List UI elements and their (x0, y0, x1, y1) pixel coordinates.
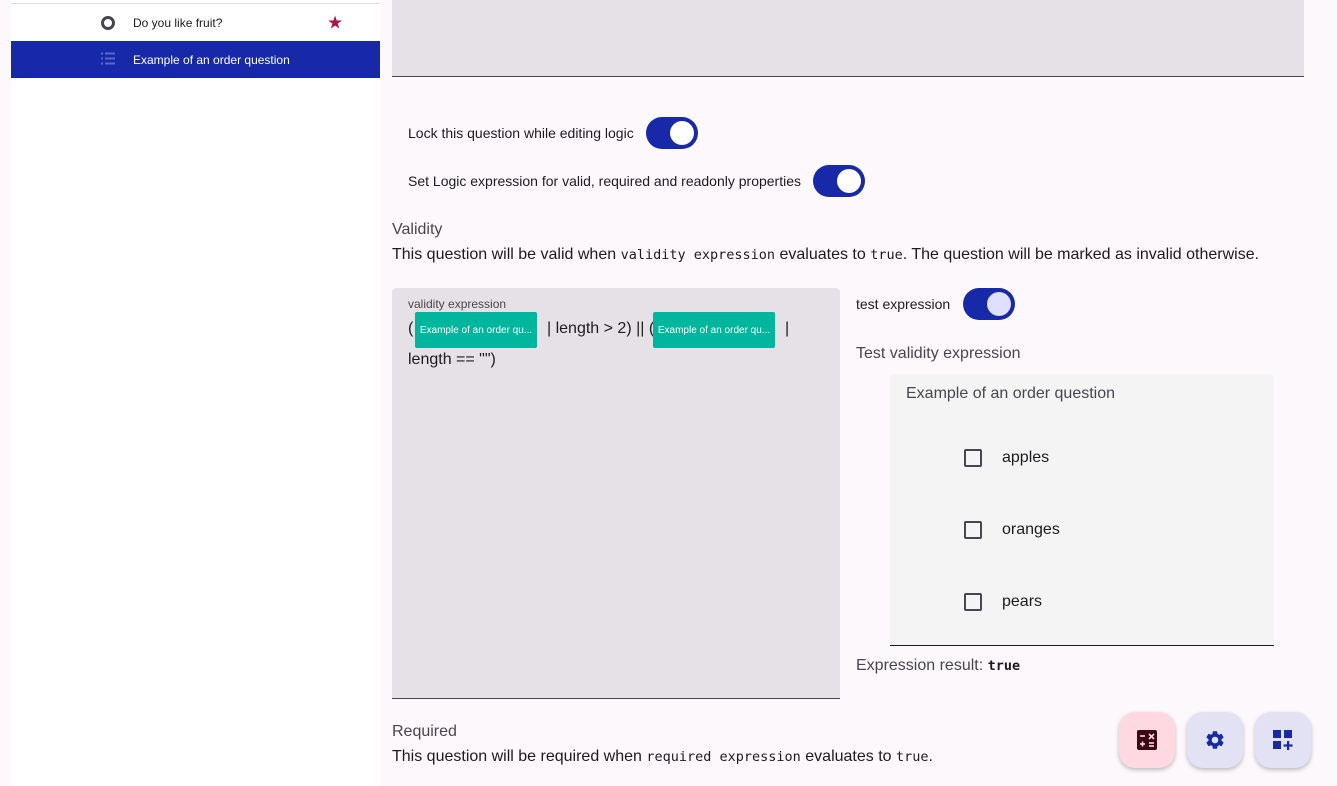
required-description: This question will be required when requ… (392, 748, 933, 766)
test-expression-label: test expression (856, 296, 951, 312)
desc-code: true (896, 749, 929, 765)
sidebar-item-do-you-like-fruit[interactable]: Do you like fruit? ★ (11, 4, 380, 41)
checkbox[interactable] (964, 449, 982, 467)
desc-text: evaluates to (805, 748, 892, 765)
test-expression-toggle[interactable] (963, 288, 1015, 320)
desc-text: evaluates to (779, 246, 866, 263)
toggle-thumb (669, 121, 694, 145)
option-pears[interactable]: pears (964, 593, 1042, 611)
calculator-icon (1137, 730, 1157, 750)
logic-calculator-button[interactable] (1119, 712, 1175, 768)
toggle-thumb (837, 169, 862, 193)
validity-description: This question will be valid when validit… (392, 246, 1259, 264)
list-icon (101, 52, 115, 67)
result-label: Expression result: (856, 657, 984, 674)
desc-text: This question will be valid when (392, 246, 617, 263)
validity-expression-editor[interactable]: validity expression ( Example of an orde… (392, 288, 840, 699)
required-title: Required (392, 723, 457, 740)
desc-code: true (870, 247, 903, 263)
set-logic-row: Set Logic expression for valid, required… (408, 165, 866, 197)
question-reference-chip[interactable]: Example of an order qu... (653, 312, 775, 348)
star-icon: ★ (327, 12, 344, 32)
validity-title: Validity (392, 221, 443, 238)
set-logic-toggle[interactable] (813, 165, 866, 197)
option-label: pears (1002, 593, 1043, 610)
expr-fragment: | (785, 320, 790, 337)
desc-text: . (928, 748, 933, 765)
test-question-panel: Example of an order question apples oran… (890, 374, 1274, 646)
settings-button[interactable] (1187, 712, 1243, 768)
toggle-thumb (987, 292, 1011, 316)
radio-icon (101, 15, 115, 30)
desc-text: . The question will be marked as invalid… (902, 246, 1260, 263)
desc-text: This question will be required when (392, 748, 642, 765)
expr-open-paren: ( (408, 320, 414, 337)
question-reference-chip[interactable]: Example of an order qu... (415, 312, 537, 348)
expression-label: validity expression (408, 297, 507, 311)
option-oranges[interactable]: oranges (964, 521, 1060, 539)
question-sidebar: Do you like fruit? ★ Example of an order… (11, 0, 380, 786)
add-widget-icon (1273, 730, 1293, 750)
sidebar-item-example-order-question[interactable]: Example of an order question (11, 41, 380, 78)
gear-icon (1206, 731, 1224, 749)
checkbox[interactable] (964, 521, 982, 539)
checkbox[interactable] (964, 593, 982, 611)
test-question-title: Example of an order question (906, 385, 1116, 402)
question-text-field[interactable] (392, 0, 1304, 77)
add-widget-button[interactable] (1255, 712, 1311, 768)
sidebar-item-label: Do you like fruit? (133, 15, 223, 30)
test-validity-title: Test validity expression (856, 345, 1021, 362)
option-apples[interactable]: apples (964, 449, 1049, 467)
expr-fragment: | length > 2) || ( (547, 320, 655, 337)
lock-question-toggle[interactable] (645, 117, 698, 149)
option-label: oranges (1002, 521, 1060, 538)
lock-question-row: Lock this question while editing logic (408, 117, 698, 149)
desc-code: validity expression (620, 247, 776, 263)
lock-question-label: Lock this question while editing logic (408, 125, 634, 141)
expression-result: Expression result: true (856, 657, 1020, 675)
set-logic-label: Set Logic expression for valid, required… (408, 173, 802, 189)
option-label: apples (1002, 449, 1050, 466)
result-value: true (987, 658, 1021, 674)
sidebar-item-label: Example of an order question (133, 52, 290, 67)
expr-fragment: length == "") (408, 351, 496, 368)
left-gutter (0, 0, 11, 786)
desc-code: required expression (646, 749, 801, 765)
